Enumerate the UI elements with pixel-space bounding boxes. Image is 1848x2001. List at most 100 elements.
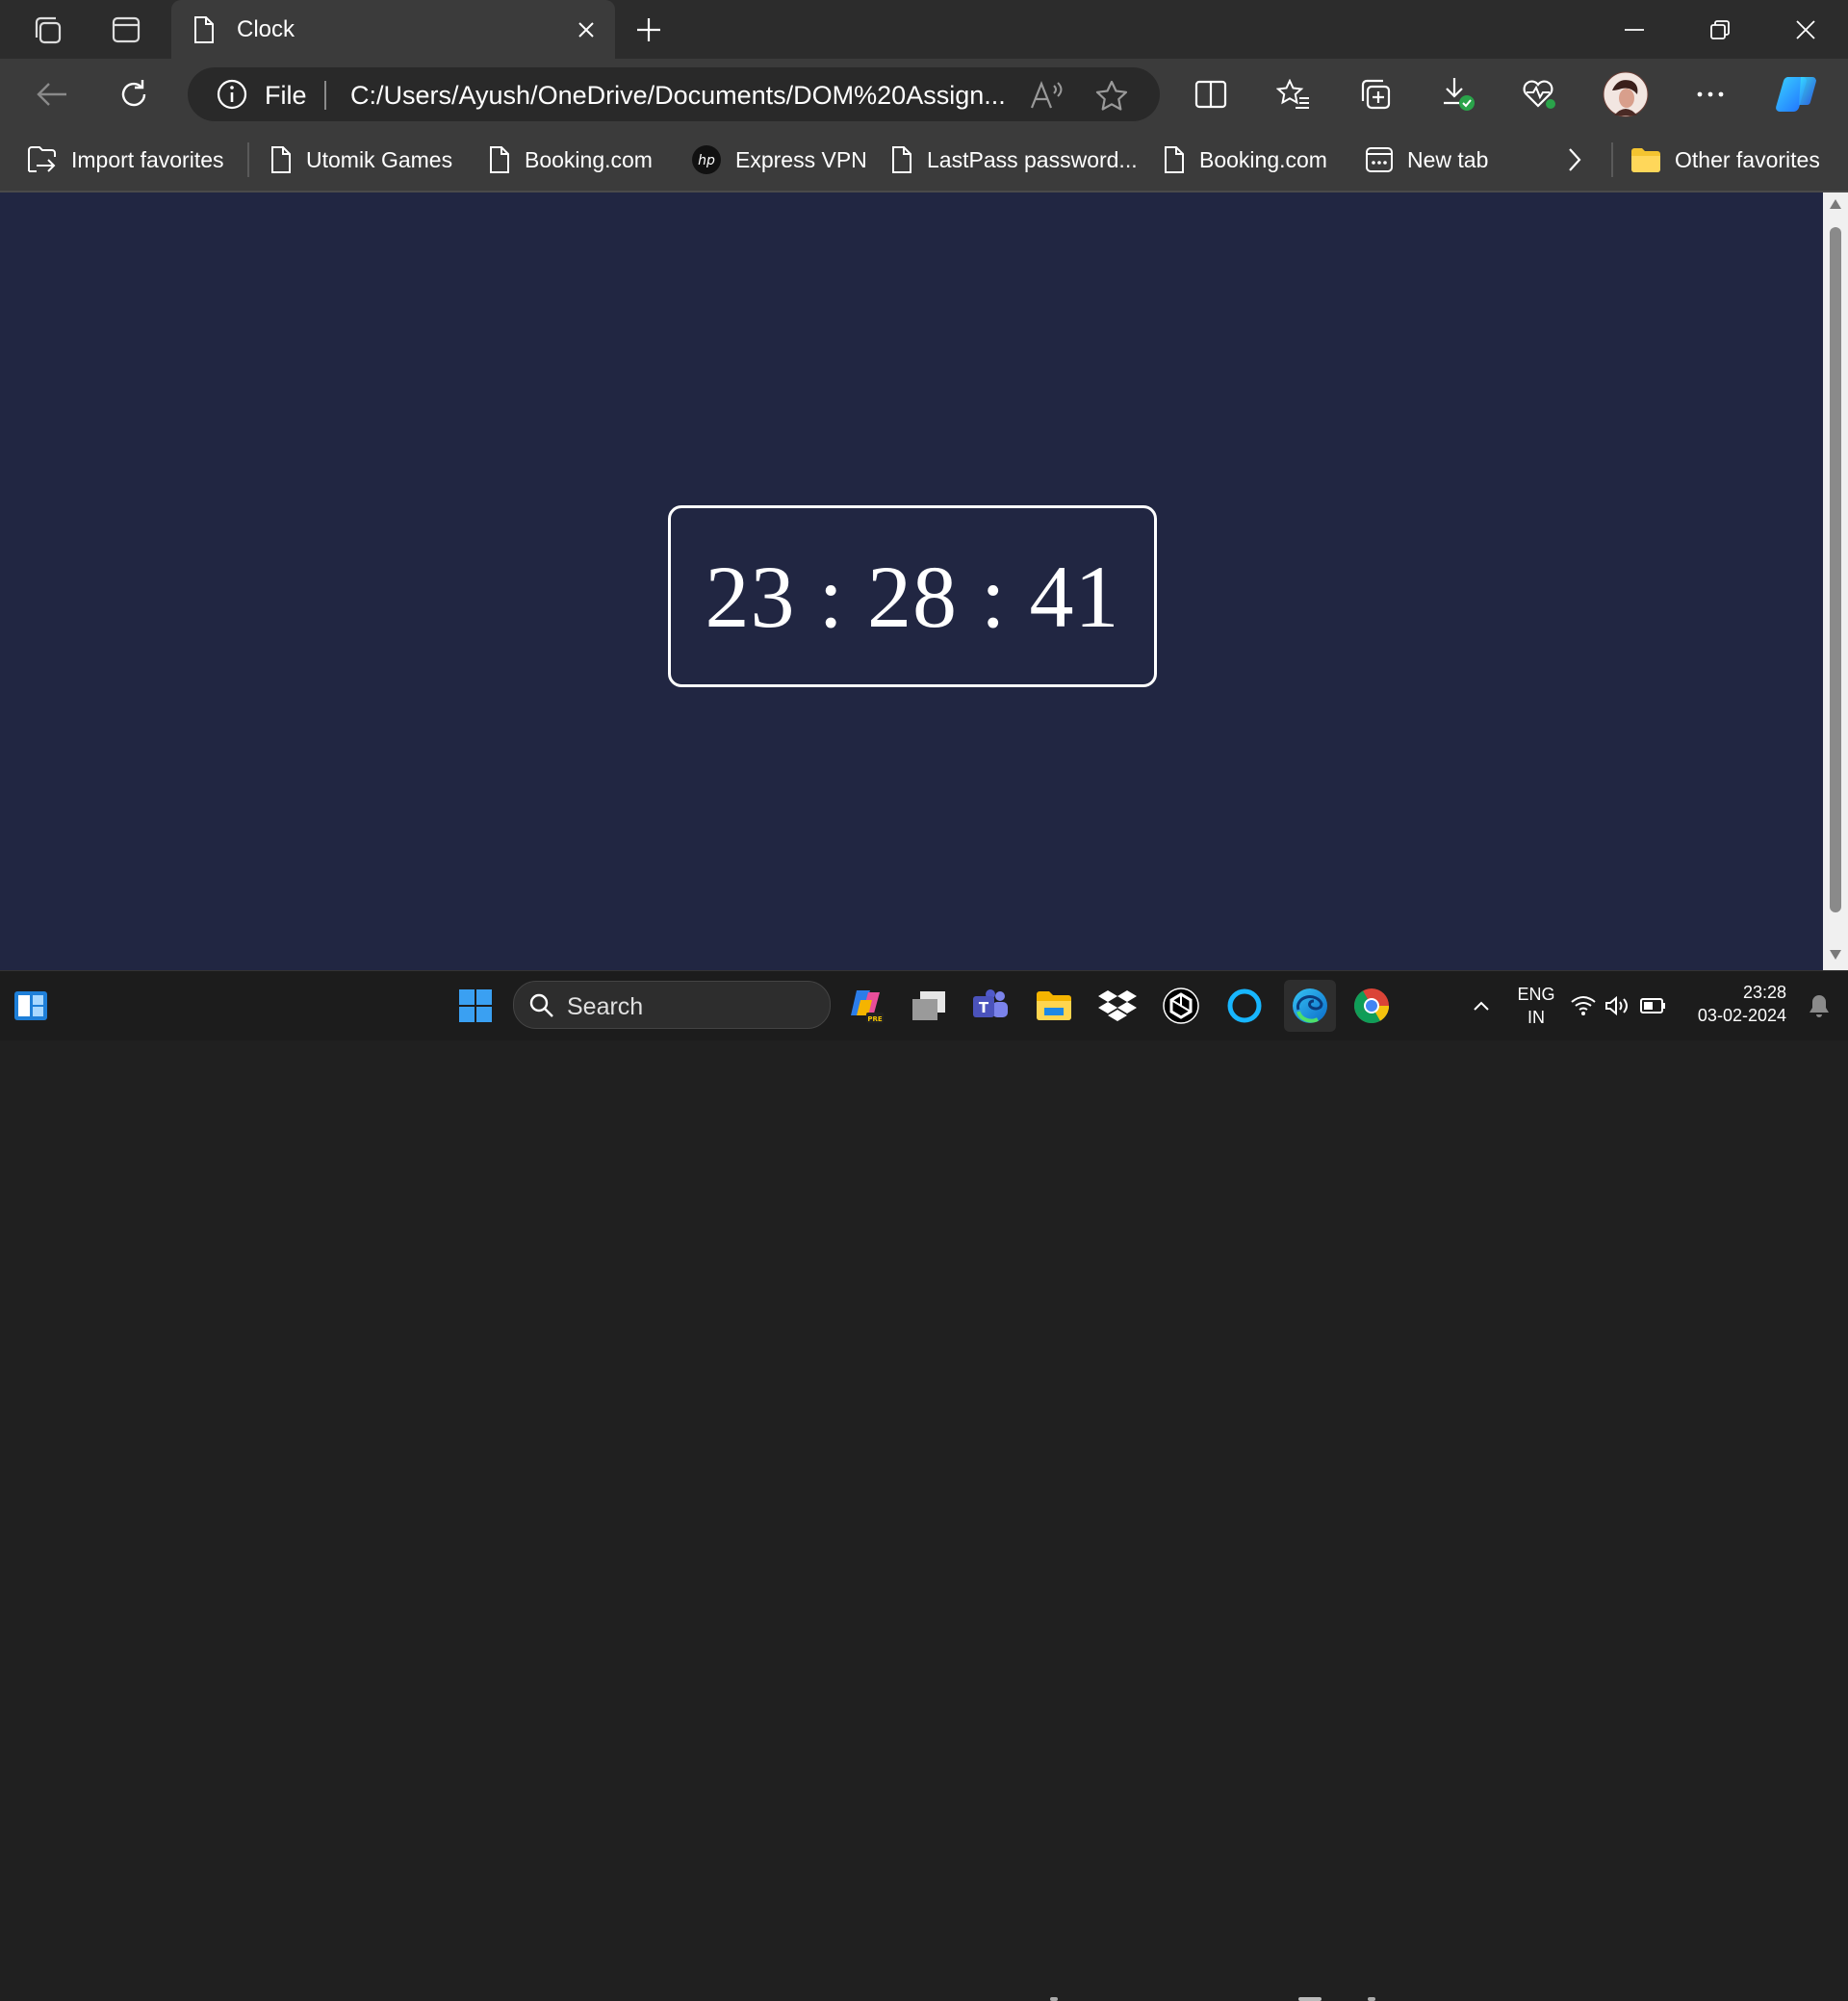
- page-icon: [890, 145, 913, 174]
- input-language[interactable]: ENG IN: [1511, 985, 1561, 1028]
- back-button[interactable]: [25, 68, 79, 120]
- fav-utomik-games[interactable]: Utomik Games: [270, 129, 452, 191]
- folder-icon: [1630, 146, 1661, 173]
- scrollbar-thumb[interactable]: [1830, 227, 1841, 912]
- favorites-list-icon: [1276, 79, 1309, 109]
- search-icon: [529, 993, 553, 1017]
- cortana-app[interactable]: [1221, 983, 1268, 1029]
- fav-booking-com[interactable]: Booking.com: [488, 129, 653, 191]
- fav-new-tab[interactable]: New tab: [1365, 129, 1488, 191]
- clock-area[interactable]: 23:28 03-02-2024: [1690, 983, 1786, 1026]
- bell-icon: [1810, 995, 1829, 1017]
- taskbar-search[interactable]: Search: [513, 981, 831, 1029]
- divider: [247, 142, 249, 177]
- split-screen-icon: [1194, 80, 1227, 109]
- browser-essentials-button[interactable]: [1513, 68, 1567, 120]
- copilot-preview-app[interactable]: PRE: [843, 983, 889, 1029]
- fav-express-vpn[interactable]: hp Express VPN: [691, 129, 867, 191]
- scrollbar[interactable]: [1823, 192, 1848, 970]
- chevron-up-icon: [1474, 1001, 1489, 1011]
- fav-label: Booking.com: [525, 146, 653, 172]
- task-view-icon: [912, 991, 945, 1020]
- settings-more-button[interactable]: [1683, 68, 1737, 120]
- close-window-button[interactable]: [1763, 0, 1848, 59]
- restore-button[interactable]: [1678, 0, 1762, 59]
- scroll-up-icon[interactable]: [1829, 198, 1842, 210]
- start-button[interactable]: [452, 983, 499, 1029]
- system-date: 03-02-2024: [1697, 1006, 1786, 1025]
- add-favorite-button[interactable]: [1091, 78, 1133, 113]
- minimize-button[interactable]: [1592, 0, 1677, 59]
- arrow-left-icon: [37, 83, 66, 106]
- scroll-down-icon[interactable]: [1829, 949, 1842, 961]
- task-view-app[interactable]: [906, 983, 952, 1029]
- teams-icon: T: [973, 989, 1008, 1017]
- browser-toolbar: File C:/Users/Ayush/OneDrive/Documents/D…: [0, 59, 1848, 129]
- address-bar[interactable]: File C:/Users/Ayush/OneDrive/Documents/D…: [188, 67, 1160, 121]
- fav-label: Import favorites: [71, 146, 224, 172]
- tab-clock[interactable]: Clock: [171, 0, 615, 59]
- fav-import-favorites[interactable]: Import favorites: [25, 129, 224, 191]
- dropbox-app[interactable]: [1094, 983, 1141, 1029]
- teams-app[interactable]: T: [967, 983, 1014, 1029]
- close-tab-button[interactable]: [565, 9, 607, 51]
- divider: [324, 81, 326, 110]
- info-icon[interactable]: [217, 79, 247, 110]
- fav-other-favorites[interactable]: Other favorites: [1630, 129, 1820, 191]
- more-favorites-button[interactable]: [1567, 129, 1582, 191]
- favorites-bar: Import favorites Utomik Games Booking.co…: [0, 129, 1848, 192]
- widgets-button[interactable]: [8, 983, 54, 1029]
- chatgpt-app[interactable]: [1158, 983, 1204, 1029]
- new-tab-button[interactable]: [621, 6, 677, 54]
- fav-label: Express VPN: [735, 146, 867, 172]
- running-indicator: [1368, 1997, 1375, 2001]
- cortana-icon: [1227, 988, 1262, 1023]
- search-placeholder: Search: [567, 993, 644, 1020]
- refresh-icon: [121, 80, 146, 107]
- read-aloud-button[interactable]: [1025, 78, 1067, 113]
- split-screen-button[interactable]: [1184, 68, 1238, 120]
- more-dots-icon: [1697, 91, 1724, 97]
- plus-icon: [637, 18, 660, 41]
- file-explorer-app[interactable]: [1031, 983, 1077, 1029]
- windows-icon: [459, 989, 492, 1022]
- star-icon: [1095, 80, 1128, 111]
- edge-app[interactable]: [1284, 980, 1336, 1032]
- fav-booking-com-2[interactable]: Booking.com: [1163, 129, 1327, 191]
- minimize-icon: [1625, 28, 1644, 31]
- import-icon: [25, 144, 58, 175]
- fav-label: Utomik Games: [306, 146, 453, 172]
- fav-label: Booking.com: [1199, 146, 1327, 172]
- url-text[interactable]: C:/Users/Ayush/OneDrive/Documents/DOM%20…: [350, 81, 1024, 111]
- region-code: IN: [1527, 1008, 1545, 1027]
- chrome-icon: [1353, 988, 1389, 1024]
- favorites-button[interactable]: [1267, 68, 1321, 120]
- heart-pulse-icon: [1523, 80, 1555, 109]
- fav-lastpass[interactable]: LastPass password...: [890, 129, 1138, 191]
- tab-strip: Clock: [0, 0, 1848, 59]
- profile-button[interactable]: [1599, 68, 1653, 120]
- page-icon: [192, 15, 216, 44]
- collections-icon: [1361, 79, 1391, 110]
- restore-icon: [1710, 19, 1730, 39]
- active-indicator: [1298, 1997, 1322, 2001]
- clock-display: 23 : 28 : 41: [705, 547, 1120, 646]
- running-indicator: [1050, 1997, 1058, 2001]
- page-viewport: 23 : 28 : 41: [0, 192, 1823, 970]
- downloads-button[interactable]: [1431, 68, 1485, 120]
- workspaces-button[interactable]: [17, 8, 79, 52]
- copilot-button[interactable]: [1771, 68, 1825, 120]
- download-icon: [1444, 78, 1475, 111]
- refresh-button[interactable]: [107, 68, 161, 120]
- copilot-icon: PRE: [851, 990, 884, 1023]
- fav-label: LastPass password...: [927, 146, 1138, 172]
- vertical-tabs-icon: [112, 16, 141, 43]
- notifications-button[interactable]: [1796, 983, 1842, 1029]
- tab-actions-button[interactable]: [95, 8, 157, 52]
- svg-text:T: T: [979, 999, 989, 1016]
- chrome-app[interactable]: [1348, 983, 1395, 1029]
- show-hidden-icons-button[interactable]: [1458, 983, 1504, 1029]
- collections-button[interactable]: [1348, 68, 1402, 120]
- network-volume-battery[interactable]: [1567, 983, 1673, 1029]
- divider: [1611, 142, 1613, 177]
